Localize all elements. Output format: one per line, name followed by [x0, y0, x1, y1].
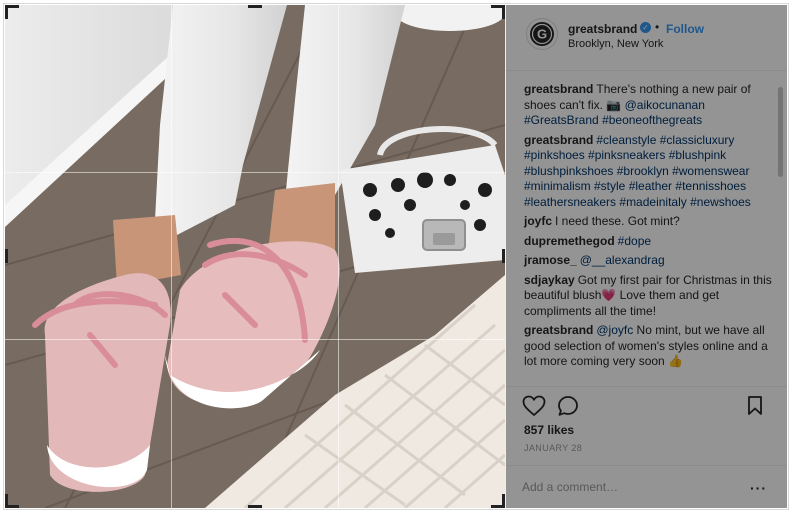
comment-username[interactable]: joyfc: [524, 214, 552, 228]
comment-text: I need these. Got mint?: [555, 214, 680, 228]
post-date: JANUARY 28: [524, 443, 583, 453]
crop-handle-top-right[interactable]: [491, 5, 505, 19]
likes-count[interactable]: 857 likes: [524, 423, 574, 437]
comment-item: greatsbrand @joyfc No mint, but we have a…: [524, 323, 773, 370]
comment-username[interactable]: dupremethegod: [524, 234, 615, 248]
comment-tag-link[interactable]: @aikocunanan: [625, 98, 705, 112]
verified-badge-icon: ✓: [640, 22, 651, 33]
crop-handle-top-left[interactable]: [5, 5, 19, 19]
comment-username[interactable]: greatsbrand: [524, 82, 593, 96]
post-sidebar: G greatsbrand ✓ • Follow Brooklyn, New Y…: [505, 5, 787, 508]
crop-handle-right[interactable]: [491, 249, 505, 263]
crop-handle-left[interactable]: [5, 249, 19, 263]
heart-icon[interactable]: [522, 395, 546, 422]
g-logo-icon[interactable]: G: [526, 18, 558, 50]
comment-bubble-icon[interactable]: [557, 395, 579, 422]
post-photo: [5, 5, 505, 508]
crop-handle-top[interactable]: [248, 5, 262, 19]
crop-handle-bottom[interactable]: [248, 494, 262, 508]
comments-list: greatsbrand There's nothing a new pair of…: [506, 72, 787, 386]
comment-item: greatsbrand #cleanstyle #classicluxury #p…: [524, 133, 773, 211]
comments-scrollbar[interactable]: [778, 87, 783, 177]
post-location[interactable]: Brooklyn, New York: [568, 38, 663, 50]
sneaker-photo-image: [5, 5, 505, 508]
post-header: G greatsbrand ✓ • Follow Brooklyn, New Y…: [506, 5, 787, 71]
post-username[interactable]: greatsbrand: [568, 22, 637, 36]
comment-tag-link[interactable]: @__alexandrag: [580, 253, 665, 267]
svg-text:G: G: [537, 27, 547, 42]
comment-tag-link[interactable]: #dope: [618, 234, 651, 248]
comment-username[interactable]: jramose_: [524, 253, 577, 267]
comment-tag-link[interactable]: #GreatsBrand: [524, 113, 599, 127]
crop-handle-bottom-right[interactable]: [491, 494, 505, 508]
comment-username[interactable]: sdjaykay: [524, 273, 575, 287]
post-actions: [506, 386, 787, 422]
follow-button[interactable]: Follow: [666, 22, 704, 36]
comment-item: jramose_ @__alexandrag: [524, 253, 773, 269]
add-comment-bar: ···: [506, 465, 787, 508]
comment-text: 📷: [606, 97, 625, 112]
crop-handle-bottom-left[interactable]: [5, 494, 19, 508]
comment-item: greatsbrand There's nothing a new pair of…: [524, 82, 773, 129]
comment-tag-link[interactable]: #beoneofthegreats: [602, 113, 702, 127]
comment-tag-link[interactable]: @joyfc: [596, 323, 633, 337]
comment-username[interactable]: greatsbrand: [524, 133, 593, 147]
add-comment-input[interactable]: [522, 477, 732, 497]
comment-item: sdjaykay Got my first pair for Christmas …: [524, 273, 773, 320]
comment-item: dupremethegod #dope: [524, 234, 773, 250]
comment-text: 💗: [601, 288, 617, 302]
comment-item: joyfc I need these. Got mint?: [524, 214, 773, 230]
header-separator: •: [655, 20, 660, 34]
bookmark-icon[interactable]: [746, 395, 764, 422]
more-options-button[interactable]: ···: [750, 480, 767, 496]
comment-text: 👍: [668, 354, 684, 368]
comment-username[interactable]: greatsbrand: [524, 323, 593, 337]
